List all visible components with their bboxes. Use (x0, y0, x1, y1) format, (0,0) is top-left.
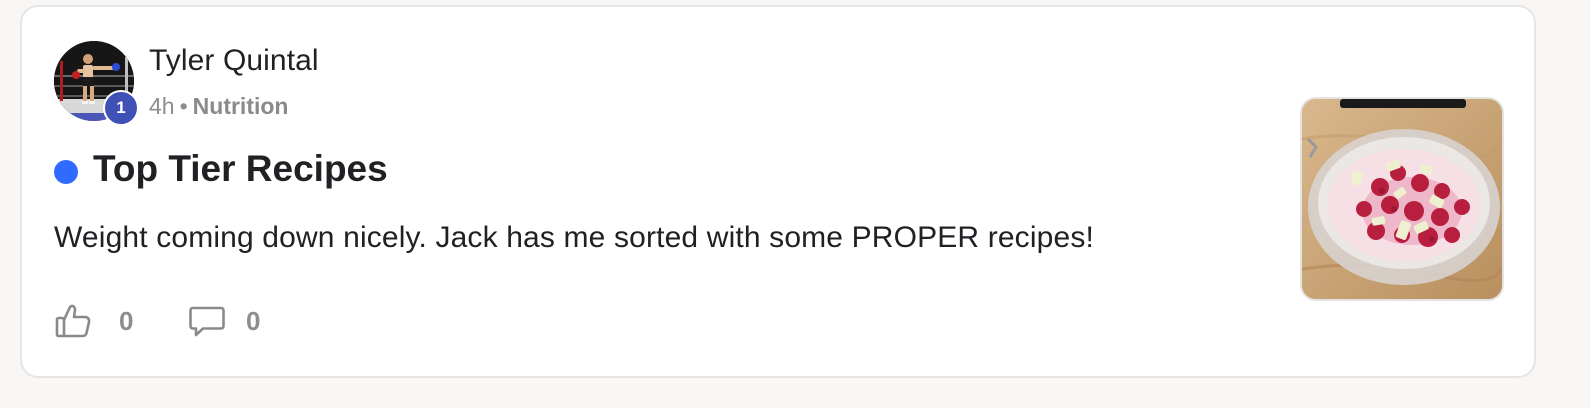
thumbs-up-icon (54, 302, 92, 340)
comment-bubble-icon (188, 302, 226, 340)
post-meta: 4h • Nutrition (149, 93, 288, 120)
like-count: 0 (119, 305, 134, 336)
post-body: Weight coming down nicely. Jack has me s… (54, 221, 1094, 254)
level-badge: 1 (103, 90, 139, 126)
post-actions: 0 0 (54, 301, 260, 341)
comment-button[interactable]: 0 (188, 301, 260, 341)
unread-indicator (54, 160, 78, 184)
author-avatar-group[interactable]: 1 (54, 41, 139, 133)
like-button[interactable]: 0 (54, 301, 188, 341)
post-time: 4h (149, 93, 175, 119)
post-card[interactable]: 1 Tyler Quintal 4h • Nutrition Top Tier Re… (20, 5, 1536, 378)
post-thumbnail[interactable] (1300, 97, 1504, 301)
raspberry-bowl-image (1302, 99, 1502, 299)
meta-separator: • (179, 93, 188, 119)
post-title[interactable]: Top Tier Recipes (93, 148, 388, 190)
post-category[interactable]: Nutrition (193, 93, 289, 119)
author-name[interactable]: Tyler Quintal (149, 44, 319, 78)
comment-count: 0 (246, 305, 261, 336)
